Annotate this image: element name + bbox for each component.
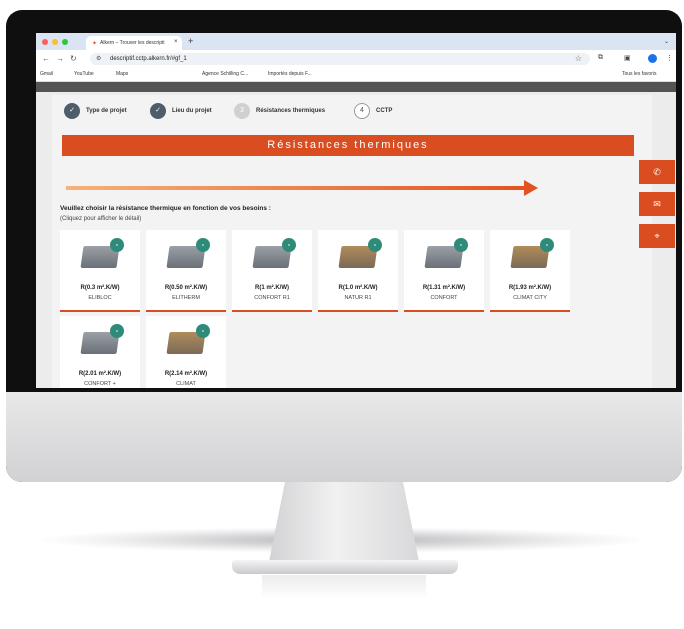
- product-card[interactable]: R R(1.0 m².K/W) NATUR R1: [318, 230, 398, 312]
- side-panel-icon[interactable]: ▣: [624, 54, 631, 62]
- product-card[interactable]: R R(1 m².K/W) CONFORT R1: [232, 230, 312, 312]
- product-card[interactable]: R R(1.93 m².K/W) CLIMAT CITY: [490, 230, 570, 312]
- minimize-window-icon[interactable]: [52, 39, 58, 45]
- r-badge-icon: R: [368, 238, 382, 252]
- screen: ✦ Alkern – Trouver les descripti × + ⌄ ←…: [36, 33, 676, 388]
- bookmark-folder-imports[interactable]: Importés depuis F...: [268, 71, 312, 77]
- tab-search-icon[interactable]: ⌄: [664, 38, 669, 45]
- bookmarks-bar: Gmail YouTube Maps Agence Schilling C...…: [36, 68, 676, 82]
- product-card[interactable]: R R(2.14 m².K/W) CLIMAT: [146, 316, 226, 388]
- r-badge-icon: R: [540, 238, 554, 252]
- r-badge-icon: R: [110, 324, 124, 338]
- product-r-value: R(1 m².K/W): [255, 285, 289, 291]
- site-info-icon[interactable]: ⚙: [96, 55, 101, 62]
- new-tab-icon[interactable]: +: [188, 36, 193, 46]
- site-header: [36, 82, 676, 92]
- step-label: Lieu du projet: [172, 108, 212, 114]
- bookmark-folder-all[interactable]: Tous les favoris: [622, 71, 656, 77]
- monitor-base: [232, 560, 458, 574]
- back-icon[interactable]: ←: [42, 54, 50, 63]
- product-name: NATUR R1: [344, 295, 372, 301]
- location-button[interactable]: ⌖: [639, 224, 675, 248]
- step-check-icon: ✓: [150, 103, 166, 119]
- product-name: CONFORT +: [84, 381, 116, 387]
- product-card[interactable]: R R(1.31 m².K/W) CONFORT: [404, 230, 484, 312]
- close-tab-icon[interactable]: ×: [174, 39, 178, 45]
- step-label: Résistances thermiques: [256, 108, 326, 114]
- bookmark-gmail[interactable]: Gmail: [40, 71, 53, 77]
- r-badge-icon: R: [282, 238, 296, 252]
- email-contact-button[interactable]: ✉: [639, 192, 675, 216]
- r-badge-icon: R: [110, 238, 124, 252]
- form-content: ✓ Type de projet ✓ Lieu du projet 3 Rési…: [52, 95, 652, 388]
- mail-icon: ✉: [653, 199, 661, 209]
- address-toolbar: ← → ↻ ⚙ descriptif.cctp.alkern.fr/#gf_1 …: [36, 50, 676, 68]
- base-reflection: [262, 575, 426, 599]
- step-label: Type de projet: [86, 108, 127, 114]
- step-number: 4: [354, 103, 370, 119]
- arrow-head-icon: [524, 180, 538, 196]
- bookmark-youtube[interactable]: YouTube: [74, 71, 94, 77]
- product-r-value: R(2.14 m².K/W): [164, 371, 208, 377]
- bookmark-star-icon[interactable]: ☆: [575, 54, 582, 63]
- product-r-value: R(1.93 m².K/W): [508, 285, 552, 291]
- reload-icon[interactable]: ↻: [70, 54, 77, 63]
- product-name: ELIBLOC: [88, 295, 112, 301]
- url-text: descriptif.cctp.alkern.fr/#gf_1: [110, 56, 187, 62]
- product-name: CLIMAT: [176, 381, 196, 387]
- tab-strip: ✦ Alkern – Trouver les descripti × + ⌄: [36, 33, 676, 50]
- r-badge-icon: R: [196, 238, 210, 252]
- tab-title: Alkern – Trouver les descripti: [100, 40, 165, 46]
- step-check-icon: ✓: [64, 103, 80, 119]
- r-badge-icon: R: [454, 238, 468, 252]
- product-r-value: R(2.01 m².K/W): [78, 371, 122, 377]
- product-r-value: R(0.50 m².K/W): [164, 285, 208, 291]
- product-card[interactable]: R R(2.01 m².K/W) CONFORT +: [60, 316, 140, 388]
- extensions-icon[interactable]: ⧉: [598, 54, 603, 62]
- maximize-window-icon[interactable]: [62, 39, 68, 45]
- step-number: 3: [234, 103, 250, 119]
- section-banner: Résistances thermiques: [62, 135, 634, 156]
- forward-icon[interactable]: →: [56, 54, 64, 63]
- alkern-favicon-icon: ✦: [92, 41, 98, 47]
- product-name: ELITHERM: [172, 295, 200, 301]
- browser-tab[interactable]: ✦ Alkern – Trouver les descripti ×: [86, 36, 182, 50]
- product-card[interactable]: R R(0.50 m².K/W) ELITHERM: [146, 230, 226, 312]
- step-label: CCTP: [376, 108, 393, 114]
- phone-contact-button[interactable]: ✆: [639, 160, 675, 184]
- r-badge-icon: R: [196, 324, 210, 338]
- product-name: CLIMAT CITY: [513, 295, 547, 301]
- menu-icon[interactable]: ⋮: [666, 54, 673, 62]
- product-name: CONFORT: [430, 295, 458, 301]
- product-r-value: R(0.3 m².K/W): [80, 285, 120, 291]
- close-window-icon[interactable]: [42, 39, 48, 45]
- product-r-value: R(1.31 m².K/W): [422, 285, 466, 291]
- bookmark-agence[interactable]: Agence Schilling C...: [202, 71, 248, 77]
- product-r-value: R(1.0 m².K/W): [338, 285, 378, 291]
- question-text: Veuillez choisir la résistance thermique…: [60, 205, 271, 212]
- product-name: CONFORT R1: [254, 295, 290, 301]
- phone-icon: ✆: [653, 167, 661, 177]
- monitor-chin: [6, 390, 682, 482]
- monitor-stand: [268, 482, 420, 564]
- progress-arrow: [66, 186, 526, 190]
- hint-text: (Cliquez pour afficher le détail): [60, 216, 142, 222]
- product-card[interactable]: R R(0.3 m².K/W) ELIBLOC: [60, 230, 140, 312]
- map-pin-icon: ⌖: [654, 231, 660, 241]
- address-bar[interactable]: ⚙ descriptif.cctp.alkern.fr/#gf_1 ☆: [90, 53, 590, 65]
- profile-avatar[interactable]: [648, 54, 657, 63]
- bookmark-maps[interactable]: Maps: [116, 71, 128, 77]
